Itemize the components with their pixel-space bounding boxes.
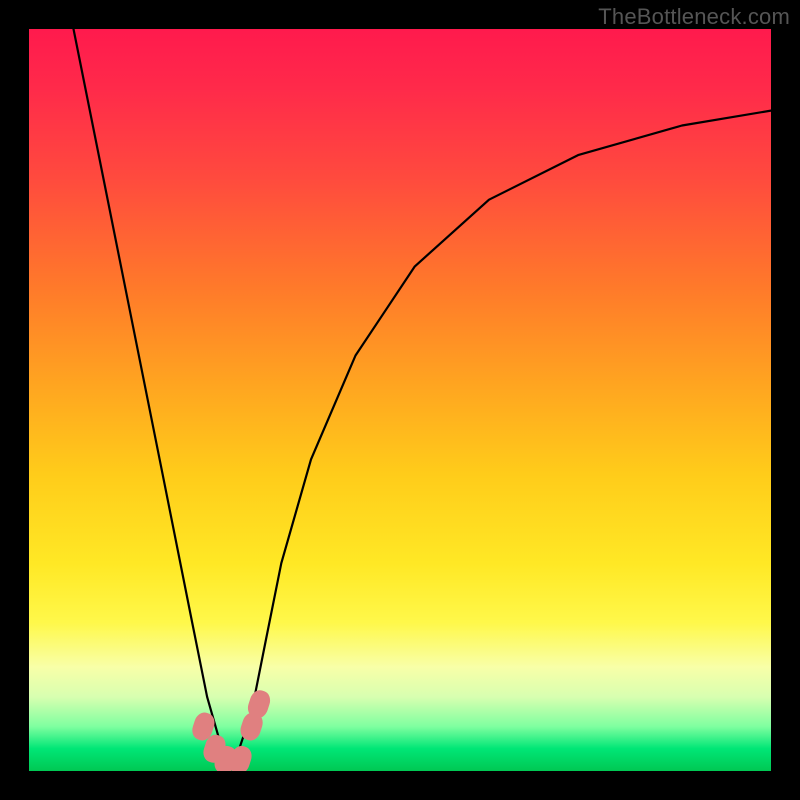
chart-frame: TheBottleneck.com [0,0,800,800]
bottleneck-curve [74,29,772,771]
watermark-text: TheBottleneck.com [598,4,790,30]
marker-group [190,688,273,771]
plot-area [29,29,771,771]
chart-svg [29,29,771,771]
